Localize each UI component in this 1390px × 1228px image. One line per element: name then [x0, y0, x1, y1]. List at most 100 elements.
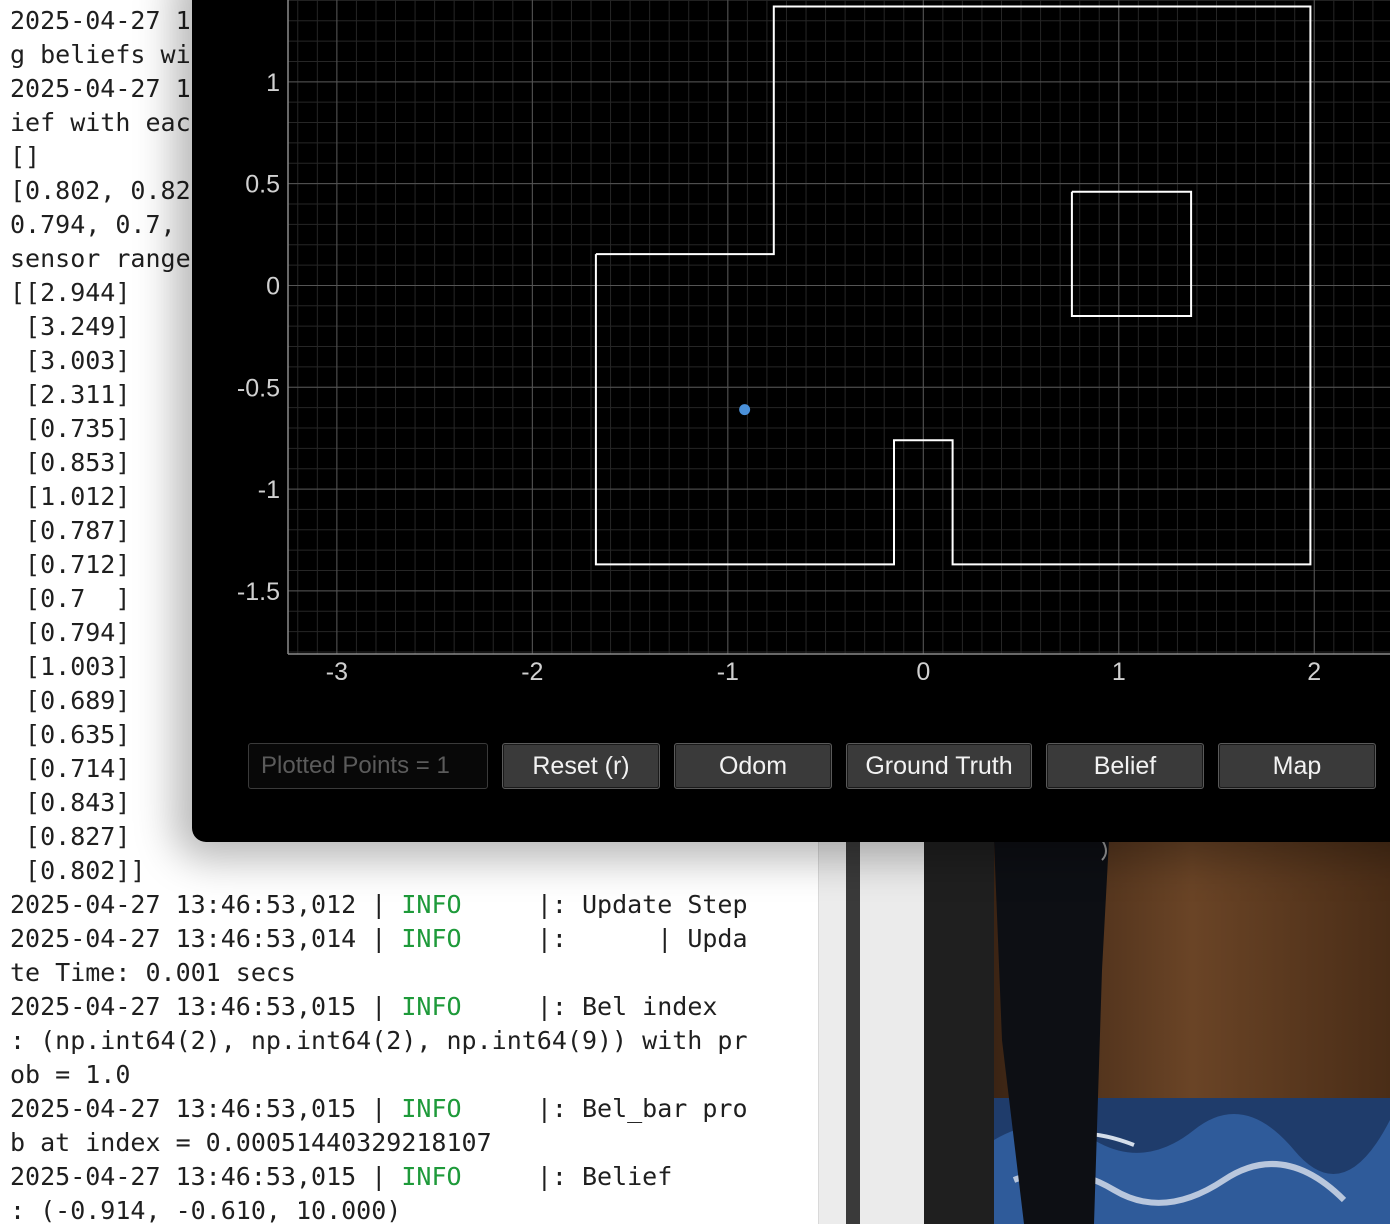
plotted-points — [739, 404, 751, 416]
terminal-text: [0.712] — [10, 550, 131, 579]
background-photo — [924, 840, 1390, 1224]
terminal-text: [3.249] — [10, 312, 131, 341]
terminal-text: [0.802, 0.82 — [10, 176, 191, 205]
terminal-line: [3.003] — [10, 344, 130, 378]
belief-point — [739, 404, 751, 416]
terminal-line: 2025-04-27 13:46:53,015 | INFO |: Bel in… — [10, 990, 717, 1024]
window-divider — [846, 840, 860, 1224]
plot-axes: -3-2-10121.510.50-0.5-1-1.5 — [237, 0, 1390, 686]
terminal-text: [0.714] — [10, 754, 131, 783]
terminal-line: 2025-04-27 13:46:53,012 | INFO |: Update… — [10, 888, 748, 922]
terminal-text: [0.802]] — [10, 856, 146, 885]
terminal-line: [0.843] — [10, 786, 130, 820]
terminal-text: 0.794, 0.7, — [10, 210, 191, 239]
x-tick-label: -3 — [326, 658, 348, 686]
terminal-line: : (np.int64(2), np.int64(2), np.int64(9)… — [10, 1024, 748, 1058]
y-tick-label: 0 — [266, 272, 280, 300]
x-tick-label: -1 — [717, 658, 739, 686]
log-level-info: INFO — [401, 992, 462, 1021]
ground-truth-button[interactable]: Ground Truth — [846, 743, 1032, 789]
x-tick-label: 2 — [1307, 658, 1321, 686]
odom-button[interactable]: Odom — [674, 743, 832, 789]
terminal-text: [1.003] — [10, 652, 131, 681]
plotted-points-field[interactable]: Plotted Points = 1 — [248, 743, 488, 789]
terminal-line: [0.802]] — [10, 854, 145, 888]
terminal-text: [0.735] — [10, 414, 131, 443]
terminal-line: : (-0.914, -0.610, 10.000) — [10, 1194, 401, 1228]
terminal-line: [0.787] — [10, 514, 130, 548]
terminal-text: : (np.int64(2), np.int64(2), np.int64(9)… — [10, 1026, 748, 1055]
log-level-info: INFO — [401, 924, 462, 953]
terminal-text: [2.311] — [10, 380, 131, 409]
terminal-line: 2025-04-27 1 — [10, 4, 191, 38]
terminal-line: te Time: 0.001 secs — [10, 956, 296, 990]
terminal-text: sensor range — [10, 244, 191, 273]
terminal-line: [0.635] — [10, 718, 130, 752]
log-level-info: INFO — [401, 1162, 462, 1191]
terminal-text: [0.827] — [10, 822, 131, 851]
log-level-info: INFO — [401, 1094, 462, 1123]
y-tick-label: -0.5 — [237, 374, 280, 402]
y-tick-label: 1 — [266, 69, 280, 97]
terminal-text: [1.012] — [10, 482, 131, 511]
terminal-line: [0.827] — [10, 820, 130, 854]
terminal-text: [0.794] — [10, 618, 131, 647]
belief-button[interactable]: Belief — [1046, 743, 1204, 789]
terminal-text: b at index = 0.00051440329218107 — [10, 1128, 492, 1157]
reset-button[interactable]: Reset (r) — [502, 743, 660, 789]
terminal-text: [0.853] — [10, 448, 131, 477]
terminal-text: 2025-04-27 1 — [10, 74, 191, 103]
y-tick-label: -1.5 — [237, 578, 280, 606]
terminal-text: [[2.944] — [10, 278, 131, 307]
terminal-text: [3.003] — [10, 346, 131, 375]
terminal-text: 2025-04-27 13:46:53,015 | — [10, 1094, 402, 1123]
terminal-line: [0.7 ] — [10, 582, 130, 616]
terminal-line: [0.735] — [10, 412, 130, 446]
x-tick-label: -2 — [521, 658, 543, 686]
terminal-line: [[2.944] — [10, 276, 130, 310]
log-level-info: INFO — [401, 890, 462, 919]
terminal-text: 2025-04-27 13:46:53,015 | — [10, 1162, 402, 1191]
terminal-line: [0.714] — [10, 752, 130, 786]
terminal-text: [0.635] — [10, 720, 131, 749]
terminal-line: [1.012] — [10, 480, 130, 514]
terminal-text: : (-0.914, -0.610, 10.000) — [10, 1196, 402, 1225]
terminal-line: [0.712] — [10, 548, 130, 582]
terminal-text: |: Update Step — [461, 890, 748, 919]
terminal-text: 2025-04-27 13:46:53,014 | — [10, 924, 402, 953]
terminal-line: [0.802, 0.82 — [10, 174, 191, 208]
terminal-text: [0.7 ] — [10, 584, 131, 613]
terminal-line: [0.689] — [10, 684, 130, 718]
terminal-line: b at index = 0.00051440329218107 — [10, 1126, 492, 1160]
terminal-text: [] — [10, 142, 41, 171]
map-wall — [1070, 190, 1193, 317]
terminal-text: 2025-04-27 13:46:53,012 | — [10, 890, 402, 919]
terminal-line: g beliefs wi — [10, 38, 191, 72]
photo-scene — [924, 840, 1390, 1224]
terminal-text: 2025-04-27 1 — [10, 6, 191, 35]
terminal-text: te Time: 0.001 secs — [10, 958, 296, 987]
terminal-scrollbar[interactable] — [818, 840, 847, 1224]
terminal-line: [] — [10, 140, 40, 174]
terminal-text: 2025-04-27 13:46:53,015 | — [10, 992, 402, 1021]
x-tick-label: 1 — [1112, 658, 1126, 686]
terminal-text: |: Bel index — [461, 992, 718, 1021]
terminal-text: [0.689] — [10, 686, 131, 715]
terminal-line: 2025-04-27 13:46:53,015 | INFO |: Bel_ba… — [10, 1092, 748, 1126]
terminal-text: |: Belief — [461, 1162, 673, 1191]
trajectory-plot: -3-2-10121.510.50-0.5-1-1.5 — [237, 0, 1390, 686]
terminal-line: 2025-04-27 13:46:53,015 | INFO |: Belief — [10, 1160, 672, 1194]
y-tick-label: -1 — [258, 476, 280, 504]
background-gap — [860, 840, 924, 1224]
map-button[interactable]: Map — [1218, 743, 1376, 789]
terminal-line: 2025-04-27 1 — [10, 72, 191, 106]
plot-grid — [288, 0, 1390, 654]
terminal-text: ob = 1.0 — [10, 1060, 131, 1089]
terminal-text: |: | Upda — [461, 924, 748, 953]
terminal-line: [0.853] — [10, 446, 130, 480]
x-tick-label: 0 — [916, 658, 930, 686]
terminal-line: [2.311] — [10, 378, 130, 412]
terminal-line: 0.794, 0.7, — [10, 208, 191, 242]
terminal-text: g beliefs wi — [10, 40, 191, 69]
plotter-window: -3-2-10121.510.50-0.5-1-1.5 Plotted Poin… — [192, 0, 1390, 842]
